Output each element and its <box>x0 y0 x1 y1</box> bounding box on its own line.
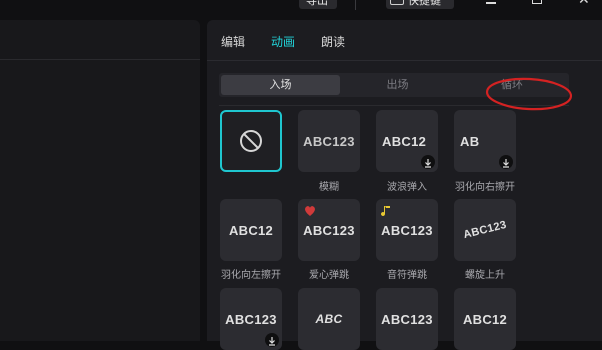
tab-animation[interactable]: 动画 <box>271 33 295 50</box>
shortcut-label: 快捷键 <box>408 0 441 7</box>
left-panel-header <box>0 20 200 60</box>
tab-edit[interactable]: 编辑 <box>221 33 245 50</box>
animation-note-bounce[interactable]: ABC123 <box>376 199 438 261</box>
download-icon[interactable] <box>265 333 279 347</box>
none-icon <box>240 130 262 152</box>
keyboard-icon <box>390 0 404 5</box>
animation-sample: ABC123 <box>381 222 433 238</box>
animation-sample: ABC123 <box>303 222 355 238</box>
animation-sample: ABC123 <box>303 133 355 149</box>
export-label: 导出 <box>306 0 328 7</box>
shortcut-button[interactable]: 快捷键 <box>386 0 454 9</box>
animation-feather-right[interactable]: AB <box>454 110 516 172</box>
close-icon[interactable]: ✕ <box>578 0 590 7</box>
left-panel <box>0 20 200 341</box>
animation-sample: ABC123 <box>462 218 508 242</box>
animation-label: 螺旋上升 <box>465 270 505 281</box>
animation-label: 羽化向左擦开 <box>221 270 281 281</box>
animation-feather-left[interactable]: ABC12 <box>220 199 282 261</box>
animation-label: 爱心弹跳 <box>309 270 349 281</box>
animation-sample: ABC12 <box>228 222 274 238</box>
export-button[interactable]: 导出 <box>299 0 337 9</box>
annotation-ellipse <box>485 77 573 111</box>
restore-icon[interactable] <box>532 0 542 4</box>
segment-out[interactable]: 出场 <box>340 73 455 97</box>
animation-wave-in[interactable]: ABC12 <box>376 110 438 172</box>
segment-in[interactable]: 入场 <box>221 75 340 95</box>
download-icon[interactable] <box>421 155 435 169</box>
animation-label: 模糊 <box>319 182 339 193</box>
title-bar: 导出 快捷键 ✕ <box>0 0 602 12</box>
animation-label: 波浪弹入 <box>387 182 427 193</box>
animation-label: 音符弹跳 <box>387 270 427 281</box>
panel-tabs: 编辑 动画 朗读 <box>207 20 602 60</box>
toolbar-divider <box>355 0 356 10</box>
tabs-divider <box>207 60 602 61</box>
animation-blur[interactable]: ABC123 <box>298 110 360 172</box>
animation-none[interactable] <box>220 110 282 172</box>
animation-label: 羽化向右擦开 <box>455 182 515 193</box>
tab-read-aloud[interactable]: 朗读 <box>321 33 345 50</box>
minimize-icon[interactable] <box>486 2 496 4</box>
text-properties-panel: 编辑 动画 朗读 出场 循环 入场 ABC123 模糊 ABC12 波浪弹入 A… <box>207 20 602 350</box>
animation-heart-bounce[interactable]: ABC123 <box>298 199 360 261</box>
animation-spiral-up[interactable]: ABC123 <box>454 199 516 261</box>
download-icon[interactable] <box>499 155 513 169</box>
